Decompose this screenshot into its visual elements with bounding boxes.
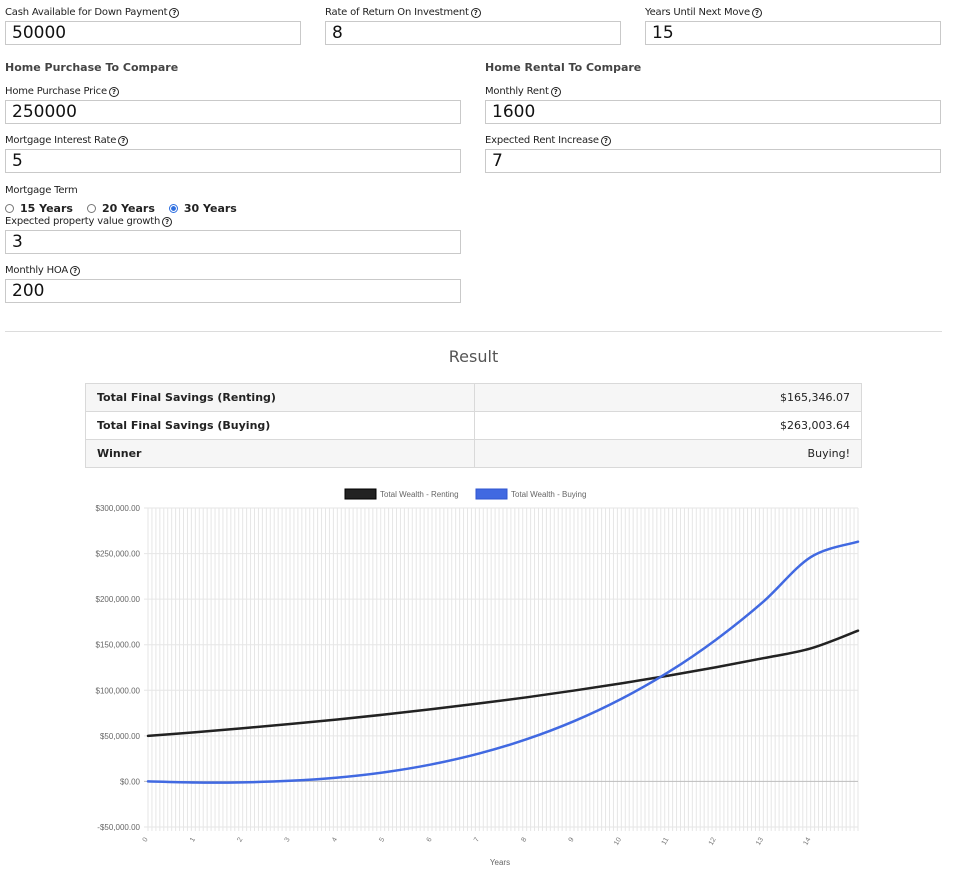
term-30-label[interactable]: 30 Years [184, 202, 237, 215]
y-tick-label: $250,000.00 [96, 550, 141, 559]
monthly-hoa-label: Monthly HOA ? [5, 265, 81, 276]
x-tick-label: 1 [189, 836, 197, 843]
help-icon[interactable]: ? [169, 7, 180, 18]
x-tick-label: 11 [661, 836, 671, 846]
y-tick-label: $300,000.00 [96, 504, 141, 513]
legend-swatch [344, 488, 377, 500]
y-tick-label: $150,000.00 [96, 641, 141, 650]
mortgage-term-label: Mortgage Term [5, 185, 78, 196]
legend-label: Total Wealth - Renting [380, 490, 459, 499]
table-key: Winner [85, 439, 475, 468]
help-icon[interactable]: ? [751, 7, 762, 18]
property-growth-input[interactable]: 3 [5, 230, 461, 254]
mortgage-interest-label: Mortgage Interest Rate ? [5, 135, 129, 146]
mortgage-interest-input[interactable]: 5 [5, 149, 461, 173]
legend-label: Total Wealth - Buying [511, 490, 586, 499]
legend-swatch [475, 488, 508, 500]
y-tick-label: $200,000.00 [96, 595, 141, 604]
y-tick-label: $100,000.00 [96, 686, 141, 695]
x-tick-label: 5 [378, 836, 386, 843]
term-30-radio[interactable] [168, 204, 178, 213]
x-tick-label: 4 [331, 836, 339, 843]
table-row: Winner Buying! [85, 439, 862, 468]
rate-of-return-label: Rate of Return On Investment ? [325, 7, 481, 18]
table-row: Total Final Savings (Renting) $165,346.0… [85, 383, 862, 412]
mortgage-term-radio-group: 15 Years 20 Years 30 Years [5, 202, 251, 215]
y-tick-label: -$50,000.00 [97, 823, 140, 832]
help-icon[interactable]: ? [162, 216, 173, 227]
rent-increase-input[interactable]: 7 [485, 149, 941, 173]
x-tick-label: 13 [755, 836, 765, 846]
table-value: $263,003.64 [474, 411, 862, 440]
purchase-price-input[interactable]: 250000 [5, 100, 461, 124]
y-tick-label: $50,000.00 [100, 732, 141, 741]
x-tick-label: 9 [568, 836, 576, 843]
help-icon[interactable]: ? [70, 265, 81, 276]
monthly-hoa-input[interactable]: 200 [5, 279, 461, 303]
term-15-radio[interactable] [5, 204, 14, 213]
x-tick-label: 14 [802, 836, 812, 846]
cash-down-label: Cash Available for Down Payment ? [5, 7, 180, 18]
x-tick-label: 12 [708, 836, 718, 846]
x-tick-label: 6 [426, 836, 434, 843]
table-value: $165,346.07 [474, 383, 862, 412]
term-15-label[interactable]: 15 Years [20, 202, 73, 215]
rate-of-return-input[interactable]: 8 [325, 21, 621, 45]
x-tick-label: 0 [142, 836, 150, 843]
y-tick-label: $0.00 [120, 777, 141, 786]
result-table: Total Final Savings (Renting) $165,346.0… [85, 383, 862, 468]
wealth-chart: $300,000.00 $250,000.00 $200,000.00 $150,00… [96, 488, 860, 867]
result-title: Result [448, 347, 499, 366]
x-tick-label: 3 [284, 836, 292, 843]
x-tick-label: 10 [613, 836, 623, 846]
help-icon[interactable]: ? [470, 7, 481, 18]
section-divider [5, 331, 942, 332]
help-icon[interactable]: ? [600, 135, 611, 146]
table-row: Total Final Savings (Buying) $263,003.64 [85, 411, 862, 440]
purchase-price-label: Home Purchase Price ? [5, 86, 119, 97]
x-tick-label: 2 [236, 836, 244, 843]
property-growth-label: Expected property value growth ? [5, 216, 173, 227]
table-key: Total Final Savings (Renting) [85, 383, 475, 412]
x-tick-label: 8 [520, 836, 528, 843]
term-20-radio[interactable] [86, 204, 96, 213]
x-tick-label: 7 [473, 836, 481, 843]
monthly-rent-input[interactable]: 1600 [485, 100, 941, 124]
cash-down-input[interactable]: 50000 [5, 21, 301, 45]
years-until-move-label: Years Until Next Move ? [645, 7, 762, 18]
rent-increase-label: Expected Rent Increase ? [485, 135, 611, 146]
term-20-label[interactable]: 20 Years [102, 202, 155, 215]
purchase-section-title: Home Purchase To Compare [5, 61, 179, 74]
help-icon[interactable]: ? [108, 86, 119, 97]
monthly-rent-label: Monthly Rent ? [485, 86, 561, 97]
table-key: Total Final Savings (Buying) [85, 411, 475, 440]
table-value: Buying! [474, 439, 862, 468]
years-until-move-input[interactable]: 15 [645, 21, 941, 45]
help-icon[interactable]: ? [118, 135, 129, 146]
rental-section-title: Home Rental To Compare [485, 61, 642, 74]
x-axis-label: Years [490, 858, 510, 867]
help-icon[interactable]: ? [550, 86, 561, 97]
